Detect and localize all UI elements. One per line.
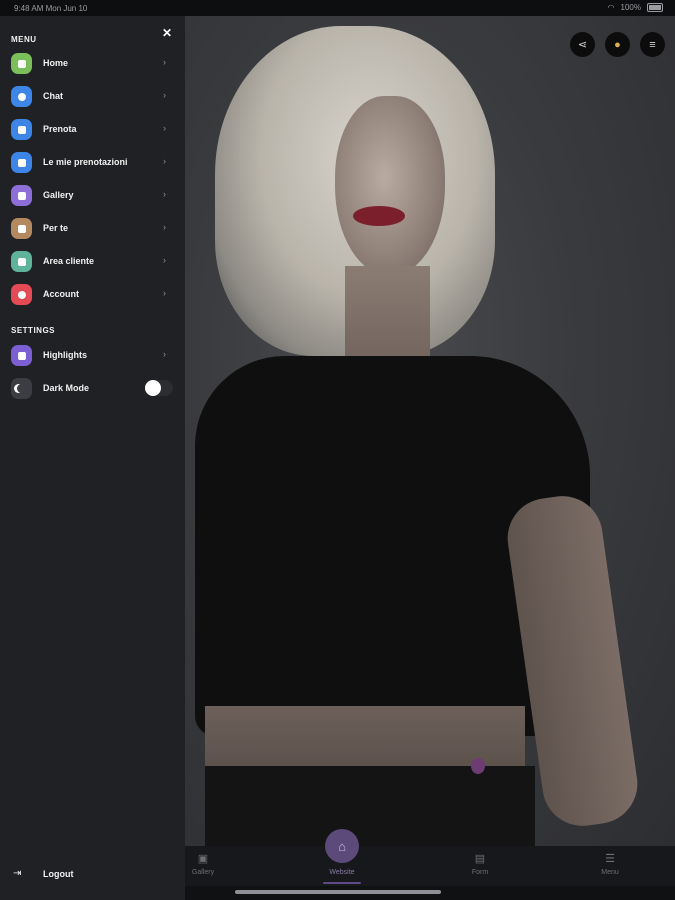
settings-section-title: SETTINGS [11, 326, 56, 335]
nav-form[interactable]: ▤ Form [440, 846, 520, 886]
calendar-icon [11, 119, 32, 140]
menu-item-label: Gallery [43, 190, 74, 200]
hero-photo [185, 16, 675, 846]
logout-button[interactable]: ⇥ Logout [0, 863, 185, 887]
close-icon[interactable]: ✕ [160, 26, 174, 40]
gallery-icon: ▣ [197, 853, 209, 865]
home-icon [11, 53, 32, 74]
chat-icon [11, 86, 32, 107]
menu-item-label: Prenota [43, 124, 77, 134]
status-bar: 9:48 AM Mon Jun 10 ◠ 100% [0, 0, 675, 16]
moon-icon [11, 378, 32, 399]
menu-item-highlights[interactable]: Highlights › [0, 341, 185, 371]
status-right: ◠ 100% [608, 3, 663, 12]
menu-item-label: Highlights [43, 350, 87, 360]
nav-label: Menu [601, 869, 619, 876]
battery-icon [647, 3, 663, 12]
menu-item-per-te[interactable]: Per te › [0, 214, 185, 244]
dark-mode-toggle[interactable] [145, 380, 173, 396]
lightbulb-icon: ● [614, 38, 621, 51]
menu-icon: ☰ [605, 853, 615, 865]
wifi-icon: ◠ [607, 3, 615, 12]
user-icon [11, 284, 32, 305]
menu-item-label: Chat [43, 91, 63, 101]
menu-button[interactable]: ≡ [640, 32, 665, 57]
battery-percent: 100% [620, 3, 641, 12]
bottom-navigation: ▣ Gallery Website ▤ Form ☰ Menu [185, 846, 675, 886]
form-icon: ▤ [474, 853, 486, 865]
menu-item-label: Le mie prenotazioni [43, 157, 128, 167]
top-actions: ⋖ ● ≡ [570, 32, 665, 57]
chevron-right-icon: › [163, 57, 166, 67]
photo-lips [353, 206, 405, 226]
home-icon: ⌂ [338, 838, 346, 854]
active-indicator [323, 882, 361, 884]
nav-label: Form [471, 869, 489, 876]
menu-section-title: MENU [11, 35, 37, 44]
idea-button[interactable]: ● [605, 32, 630, 57]
chevron-right-icon: › [163, 90, 166, 100]
menu-item-account[interactable]: Account › [0, 280, 185, 310]
nav-label: Gallery [191, 869, 215, 876]
menu-item-label: Area cliente [43, 256, 95, 266]
chevron-right-icon: › [163, 123, 166, 133]
menu-item-dark-mode: Dark Mode [0, 374, 185, 404]
menu-item-label: Account [43, 289, 79, 299]
menu-item-home[interactable]: Home › [0, 49, 185, 79]
highlights-icon [11, 345, 32, 366]
menu-item-prenota[interactable]: Prenota › [0, 115, 185, 145]
menu-item-label: Per te [43, 223, 69, 233]
chevron-right-icon: › [163, 288, 166, 298]
share-icon: ⋖ [577, 39, 588, 51]
logout-label: Logout [43, 869, 74, 879]
nav-menu[interactable]: ☰ Menu [570, 846, 650, 886]
menu-item-le-mie-prenotazioni[interactable]: Le mie prenotazioni › [0, 148, 185, 178]
menu-item-label: Home [43, 58, 69, 68]
chevron-right-icon: › [163, 156, 166, 166]
menu-item-label: Dark Mode [43, 383, 90, 393]
home-indicator [235, 890, 441, 894]
chevron-right-icon: › [163, 255, 166, 265]
logout-icon: ⇥ [13, 868, 22, 879]
menu-item-chat[interactable]: Chat › [0, 82, 185, 112]
camera-icon [11, 185, 32, 206]
chevron-right-icon: › [163, 189, 166, 199]
chevron-right-icon: › [163, 349, 166, 359]
website-home-button[interactable]: ⌂ [325, 829, 359, 863]
photo-face [335, 96, 445, 276]
status-time: 9:48 AM Mon Jun 10 [14, 4, 88, 13]
photo-nail [471, 758, 485, 774]
photo-skirt [205, 766, 535, 846]
id-card-icon [11, 251, 32, 272]
side-drawer: MENU ✕ Home › Chat › Prenota › Le mie pr… [0, 16, 185, 900]
nav-gallery[interactable]: ▣ Gallery [163, 846, 243, 886]
toggle-knob [145, 380, 161, 396]
list-icon [11, 152, 32, 173]
chevron-right-icon: › [163, 222, 166, 232]
nav-label: Website [329, 869, 355, 876]
menu-item-gallery[interactable]: Gallery › [0, 181, 185, 211]
document-icon [11, 218, 32, 239]
share-button[interactable]: ⋖ [570, 32, 595, 57]
menu-item-area-cliente[interactable]: Area cliente › [0, 247, 185, 277]
hamburger-icon: ≡ [649, 38, 656, 51]
